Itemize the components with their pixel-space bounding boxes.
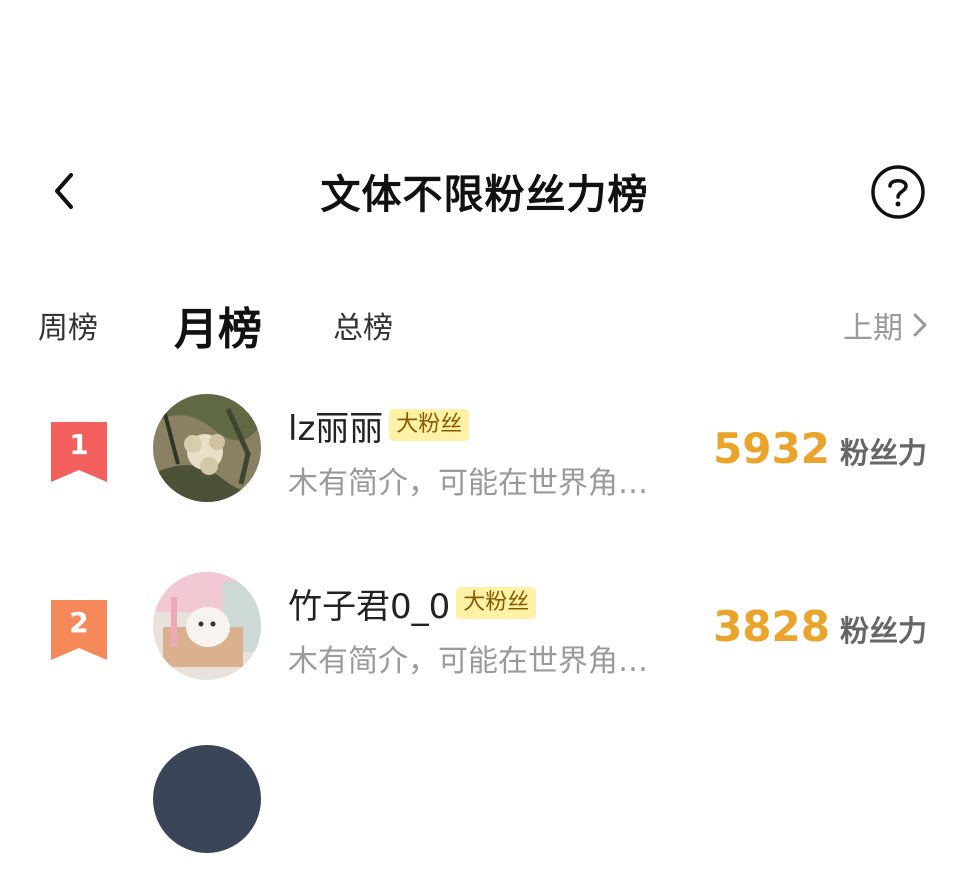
rank-number: 1 bbox=[69, 428, 89, 461]
score-value: 3828 bbox=[713, 602, 830, 651]
avatar[interactable] bbox=[153, 572, 261, 680]
tab-weekly[interactable]: 周榜 bbox=[38, 295, 98, 355]
username[interactable]: 竹子君0_0 bbox=[288, 579, 450, 628]
fan-level-badge: 大粉丝 bbox=[389, 409, 470, 441]
user-bio: 木有简介，可能在世界角… bbox=[288, 644, 648, 679]
list-item[interactable]: 1 lz丽丽 大粉丝 木有简介，可能在世界角… 5932 粉丝力 bbox=[0, 390, 969, 520]
question-circle-icon bbox=[871, 165, 925, 219]
ranking-tabs: 周榜 月榜 总榜 上期 bbox=[0, 295, 969, 355]
fan-level-badge: 大粉丝 bbox=[456, 587, 537, 619]
username[interactable]: lz丽丽 bbox=[288, 401, 383, 450]
page-title: 文体不限粉丝力榜 bbox=[320, 172, 649, 218]
rank-badge: 2 bbox=[51, 600, 107, 660]
chevron-right-icon bbox=[913, 313, 927, 337]
score-value: 5932 bbox=[713, 424, 830, 473]
list-item[interactable] bbox=[0, 745, 969, 875]
header-bar: 文体不限粉丝力榜 bbox=[0, 150, 969, 230]
list-item[interactable]: 2 竹子君0_0 大粉丝 木有简介，可能在世界角… 3828 粉丝力 bbox=[0, 568, 969, 698]
score-unit: 粉丝力 bbox=[839, 614, 927, 648]
previous-period-link[interactable]: 上期 bbox=[843, 295, 929, 355]
fan-power-score: 3828 粉丝力 bbox=[713, 602, 927, 651]
tab-monthly[interactable]: 月榜 bbox=[174, 295, 262, 355]
user-bio: 木有简介，可能在世界角… bbox=[288, 466, 648, 501]
avatar[interactable] bbox=[153, 394, 261, 502]
rank-badge: 1 bbox=[51, 422, 107, 482]
fan-power-score: 5932 粉丝力 bbox=[713, 424, 927, 473]
avatar[interactable] bbox=[153, 745, 261, 853]
rank-number: 2 bbox=[69, 606, 89, 639]
tab-total[interactable]: 总榜 bbox=[333, 295, 393, 355]
previous-period-label: 上期 bbox=[843, 311, 903, 346]
help-button[interactable] bbox=[870, 164, 926, 220]
score-unit: 粉丝力 bbox=[839, 436, 927, 470]
